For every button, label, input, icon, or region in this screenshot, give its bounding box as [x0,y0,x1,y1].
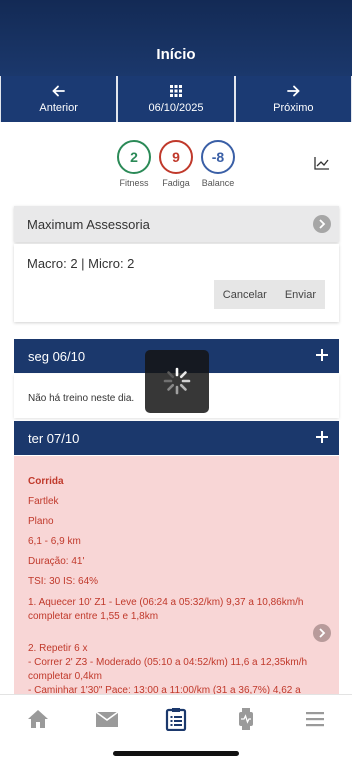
training-step-2-run: - Correr 2' Z3 - Moderado (05:10 a 04:52… [28,657,308,682]
plus-icon[interactable] [315,348,329,362]
assessment-actions: Cancelar Enviar [213,280,325,309]
watch-icon[interactable] [234,707,258,731]
training-plan: Plano [28,516,54,527]
spinner-icon [163,367,191,395]
home-icon[interactable] [26,707,50,731]
app-header: Início [0,0,352,76]
date-picker-button[interactable]: 06/10/2025 [118,76,234,122]
fatigue-value: 9 [159,140,193,174]
training-tsi: TSI: 30 IS: 64% [28,576,99,587]
training-step-2-title: 2. Repetir 6 x [28,643,88,654]
balance-metric[interactable]: -8 Balance [193,140,243,188]
training-sport: Corrida [28,476,64,487]
current-date: 06/10/2025 [148,102,204,114]
day-label: ter 07/10 [28,430,80,446]
home-indicator [113,751,239,756]
training-distance: 6,1 - 6,9 km [28,536,81,547]
training-duration: Duração: 41' [28,556,85,567]
grid-icon [169,85,182,97]
clipboard-icon[interactable] [164,707,188,731]
balance-value: -8 [201,140,235,174]
day-header-tuesday[interactable]: ter 07/10 [14,421,339,455]
previous-label: Anterior [39,102,78,114]
cancel-button[interactable]: Cancelar [214,280,276,309]
send-button[interactable]: Enviar [276,280,325,309]
arrow-left-icon [51,85,65,97]
menu-icon[interactable] [303,707,327,731]
fitness-value: 2 [117,140,151,174]
next-button[interactable]: Próximo [235,76,351,122]
chevron-right-icon[interactable] [313,624,331,642]
plus-icon[interactable] [315,430,329,444]
page-title: Início [156,46,196,63]
day-label: seg 06/10 [28,348,86,364]
loading-spinner [145,350,209,413]
assessment-header[interactable]: Maximum Assessoria [14,206,339,242]
app-screen: Início Anterior 06/10/2025 Próximo 2 Fit… [0,0,352,762]
arrow-right-icon [287,85,301,97]
metrics-row: 2 Fitness 9 Fadiga -8 Balance [0,140,352,192]
assessment-title: Maximum Assessoria [27,216,150,232]
assessment-card: Macro: 2 | Micro: 2 Cancelar Enviar [14,244,339,322]
training-type: Fartlek [28,496,59,507]
training-card[interactable]: Corrida Fartlek Plano 6,1 - 6,9 km Duraç… [14,456,339,694]
next-label: Próximo [273,102,314,114]
macro-micro-text: Macro: 2 | Micro: 2 [27,256,135,271]
chart-line-icon[interactable] [314,156,330,170]
balance-label: Balance [201,178,235,188]
previous-button[interactable]: Anterior [1,76,117,122]
chevron-right-icon[interactable] [313,215,331,233]
training-step-2-walk: - Caminhar 1'30" Pace: 13:00 a 11:00/km … [28,685,301,694]
mail-icon[interactable] [95,707,119,731]
training-step-1: 1. Aquecer 10' Z1 - Leve (06:24 a 05:32/… [28,597,304,622]
date-navigation: Anterior 06/10/2025 Próximo [0,76,352,122]
